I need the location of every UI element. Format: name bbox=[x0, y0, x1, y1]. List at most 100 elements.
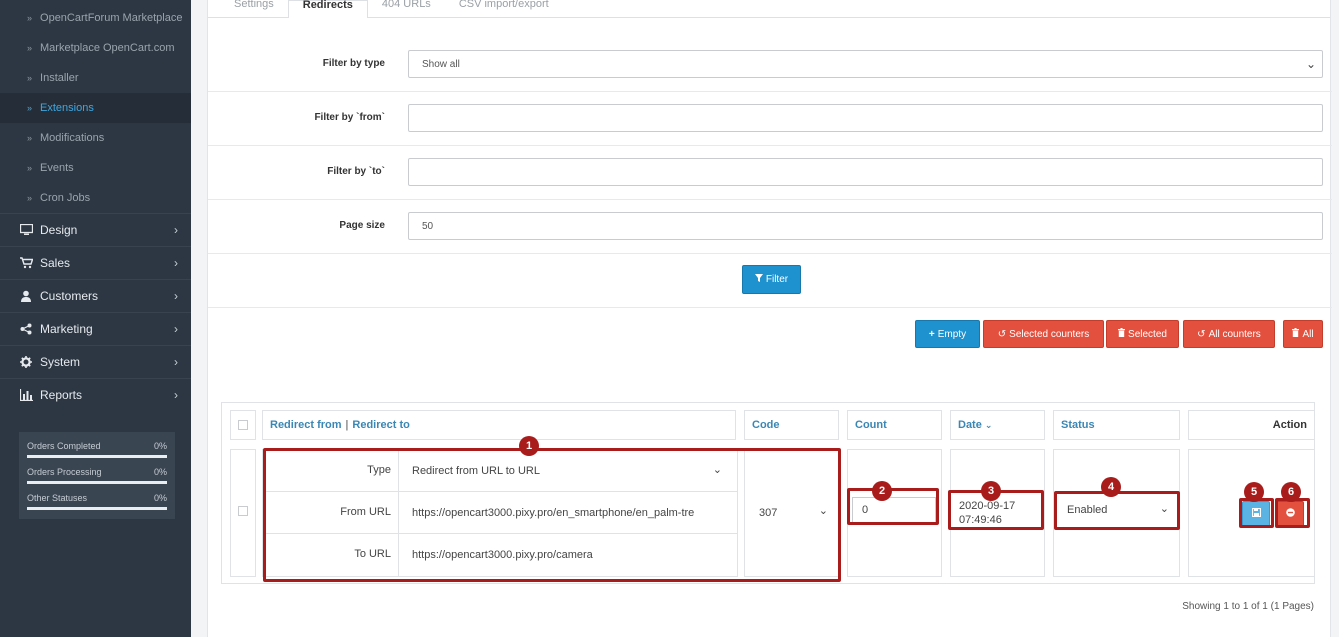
sidebar-item-design[interactable]: Design › bbox=[0, 213, 191, 246]
annotation-badge-4: 4 bbox=[1101, 477, 1121, 497]
stat-label: Orders Completed bbox=[27, 441, 101, 451]
share-icon bbox=[19, 322, 33, 336]
sidebar-item-extensions[interactable]: » Extensions bbox=[0, 93, 191, 123]
code-column-header[interactable]: Code bbox=[744, 410, 839, 440]
annotation-badge-5: 5 bbox=[1244, 482, 1264, 502]
sidebar-item-customers[interactable]: Customers › bbox=[0, 279, 191, 312]
sidebar-item-cron-jobs[interactable]: » Cron Jobs bbox=[0, 183, 191, 213]
status-column-header[interactable]: Status bbox=[1053, 410, 1180, 440]
stat-value: 0% bbox=[153, 493, 167, 503]
chevron-right-icon: › bbox=[174, 223, 178, 237]
page-size-label: Page size bbox=[339, 220, 385, 231]
sidebar-item-label: Installer bbox=[40, 72, 79, 84]
chevron-down-icon: ⌄ bbox=[1305, 57, 1316, 71]
empty-button[interactable]: + Empty bbox=[915, 320, 980, 348]
filter-from-label: Filter by `from` bbox=[314, 112, 385, 123]
code-header-label: Code bbox=[752, 419, 780, 431]
stat-value: 0% bbox=[153, 441, 167, 451]
sidebar-item-opencartforum-marketplace[interactable]: » OpenCartForum Marketplace bbox=[0, 3, 191, 33]
filter-type-select[interactable]: Show all ⌄ bbox=[408, 50, 1323, 78]
stat-label: Orders Processing bbox=[27, 467, 102, 477]
chevron-right-icon: › bbox=[174, 322, 178, 336]
filter-button-row: Filter bbox=[208, 254, 1332, 308]
bar-chart-icon bbox=[19, 388, 33, 402]
sidebar-item-label: Sales bbox=[40, 256, 71, 270]
filter-type-value: Show all bbox=[422, 58, 460, 70]
chevron-right-icon: » bbox=[27, 193, 33, 203]
tab-csv-import-export[interactable]: CSV import/export bbox=[445, 0, 563, 18]
annotation-box-6 bbox=[1275, 498, 1310, 528]
select-all-cell bbox=[230, 410, 256, 440]
delete-all-button[interactable]: All bbox=[1283, 320, 1323, 348]
annotation-box-4 bbox=[1054, 491, 1180, 530]
chevron-right-icon: » bbox=[27, 73, 33, 83]
chevron-right-icon: » bbox=[27, 13, 33, 23]
sidebar-item-label: OpenCartForum Marketplace bbox=[40, 12, 183, 24]
filter-to-input[interactable] bbox=[408, 158, 1323, 186]
sidebar-item-label: Customers bbox=[40, 289, 99, 303]
date-column-header[interactable]: Date ⌄ bbox=[950, 410, 1045, 440]
progress-bar bbox=[27, 455, 167, 458]
sort-desc-icon: ⌄ bbox=[984, 419, 993, 430]
sidebar-item-label: Modifications bbox=[40, 132, 105, 144]
sidebar-item-sales[interactable]: Sales › bbox=[0, 246, 191, 279]
gear-icon bbox=[19, 355, 33, 369]
sidebar-item-events[interactable]: » Events bbox=[0, 153, 191, 183]
undo-icon: ↺ bbox=[997, 328, 1007, 340]
annotation-box-5 bbox=[1239, 498, 1274, 528]
filter-to-label: Filter by `to` bbox=[327, 166, 385, 177]
filter-from-input[interactable] bbox=[408, 104, 1323, 132]
tab-404-urls[interactable]: 404 URLs bbox=[368, 0, 445, 18]
annotation-badge-1: 1 bbox=[519, 436, 539, 456]
annotation-badge-2: 2 bbox=[872, 481, 892, 501]
sidebar-item-reports[interactable]: Reports › bbox=[0, 378, 191, 411]
sidebar-item-label: Marketplace OpenCart.com bbox=[40, 42, 175, 54]
sidebar-item-marketing[interactable]: Marketing › bbox=[0, 312, 191, 345]
sidebar-item-marketplace-opencart[interactable]: » Marketplace OpenCart.com bbox=[0, 33, 191, 63]
sidebar-item-label: Cron Jobs bbox=[40, 192, 91, 204]
filter-button[interactable]: Filter bbox=[742, 265, 801, 294]
order-stats-panel: Orders Completed 0% Orders Processing 0%… bbox=[19, 432, 175, 519]
reset-all-counters-button[interactable]: ↺ All counters bbox=[1183, 320, 1275, 348]
redirects-panel: Settings Redirects 404 URLs CSV import/e… bbox=[207, 0, 1332, 637]
filter-from-row: Filter by `from` bbox=[208, 92, 1332, 146]
stat-orders-completed: Orders Completed 0% bbox=[27, 438, 167, 464]
delete-selected-button[interactable]: Selected bbox=[1106, 320, 1179, 348]
sidebar-item-label: Reports bbox=[40, 388, 83, 402]
annotation-badge-3: 3 bbox=[981, 481, 1001, 501]
header-separator: | bbox=[345, 419, 349, 431]
selected-label: Selected bbox=[1128, 328, 1167, 340]
row-checkbox[interactable] bbox=[238, 506, 248, 516]
sidebar-item-modifications[interactable]: » Modifications bbox=[0, 123, 191, 153]
page-size-row: Page size 50 bbox=[208, 200, 1332, 254]
undo-icon: ↺ bbox=[1197, 328, 1206, 340]
reset-selected-counters-button[interactable]: ↺ Selected counters bbox=[983, 320, 1104, 348]
annotation-box-1 bbox=[263, 448, 841, 582]
chevron-right-icon: » bbox=[27, 163, 33, 173]
cart-icon bbox=[19, 256, 33, 270]
status-header-label: Status bbox=[1061, 419, 1095, 431]
all-label: All bbox=[1302, 328, 1314, 340]
sidebar-item-installer[interactable]: » Installer bbox=[0, 63, 191, 93]
empty-button-label: Empty bbox=[937, 328, 967, 340]
row-select-cell bbox=[230, 449, 256, 577]
sidebar-item-system[interactable]: System › bbox=[0, 345, 191, 378]
trash-icon bbox=[1118, 328, 1126, 340]
sidebar: » OpenCartForum Marketplace » Marketplace … bbox=[0, 0, 191, 637]
tab-redirects[interactable]: Redirects bbox=[287, 0, 368, 18]
chevron-right-icon: » bbox=[27, 133, 33, 143]
progress-bar bbox=[27, 481, 167, 484]
redirect-from-sort-link[interactable]: Redirect from bbox=[270, 419, 342, 431]
tab-settings[interactable]: Settings bbox=[220, 0, 288, 18]
sidebar-item-label: Extensions bbox=[40, 102, 94, 114]
count-header-label: Count bbox=[855, 419, 887, 431]
redirect-to-sort-link[interactable]: Redirect to bbox=[352, 419, 409, 431]
select-all-checkbox[interactable] bbox=[238, 420, 248, 430]
count-column-header[interactable]: Count bbox=[847, 410, 942, 440]
page-size-input[interactable]: 50 bbox=[408, 212, 1323, 240]
trash-icon bbox=[1292, 328, 1300, 340]
sidebar-item-label: Events bbox=[40, 162, 74, 174]
filter-to-row: Filter by `to` bbox=[208, 146, 1332, 200]
chevron-right-icon: › bbox=[174, 289, 178, 303]
chevron-right-icon: › bbox=[174, 256, 178, 270]
